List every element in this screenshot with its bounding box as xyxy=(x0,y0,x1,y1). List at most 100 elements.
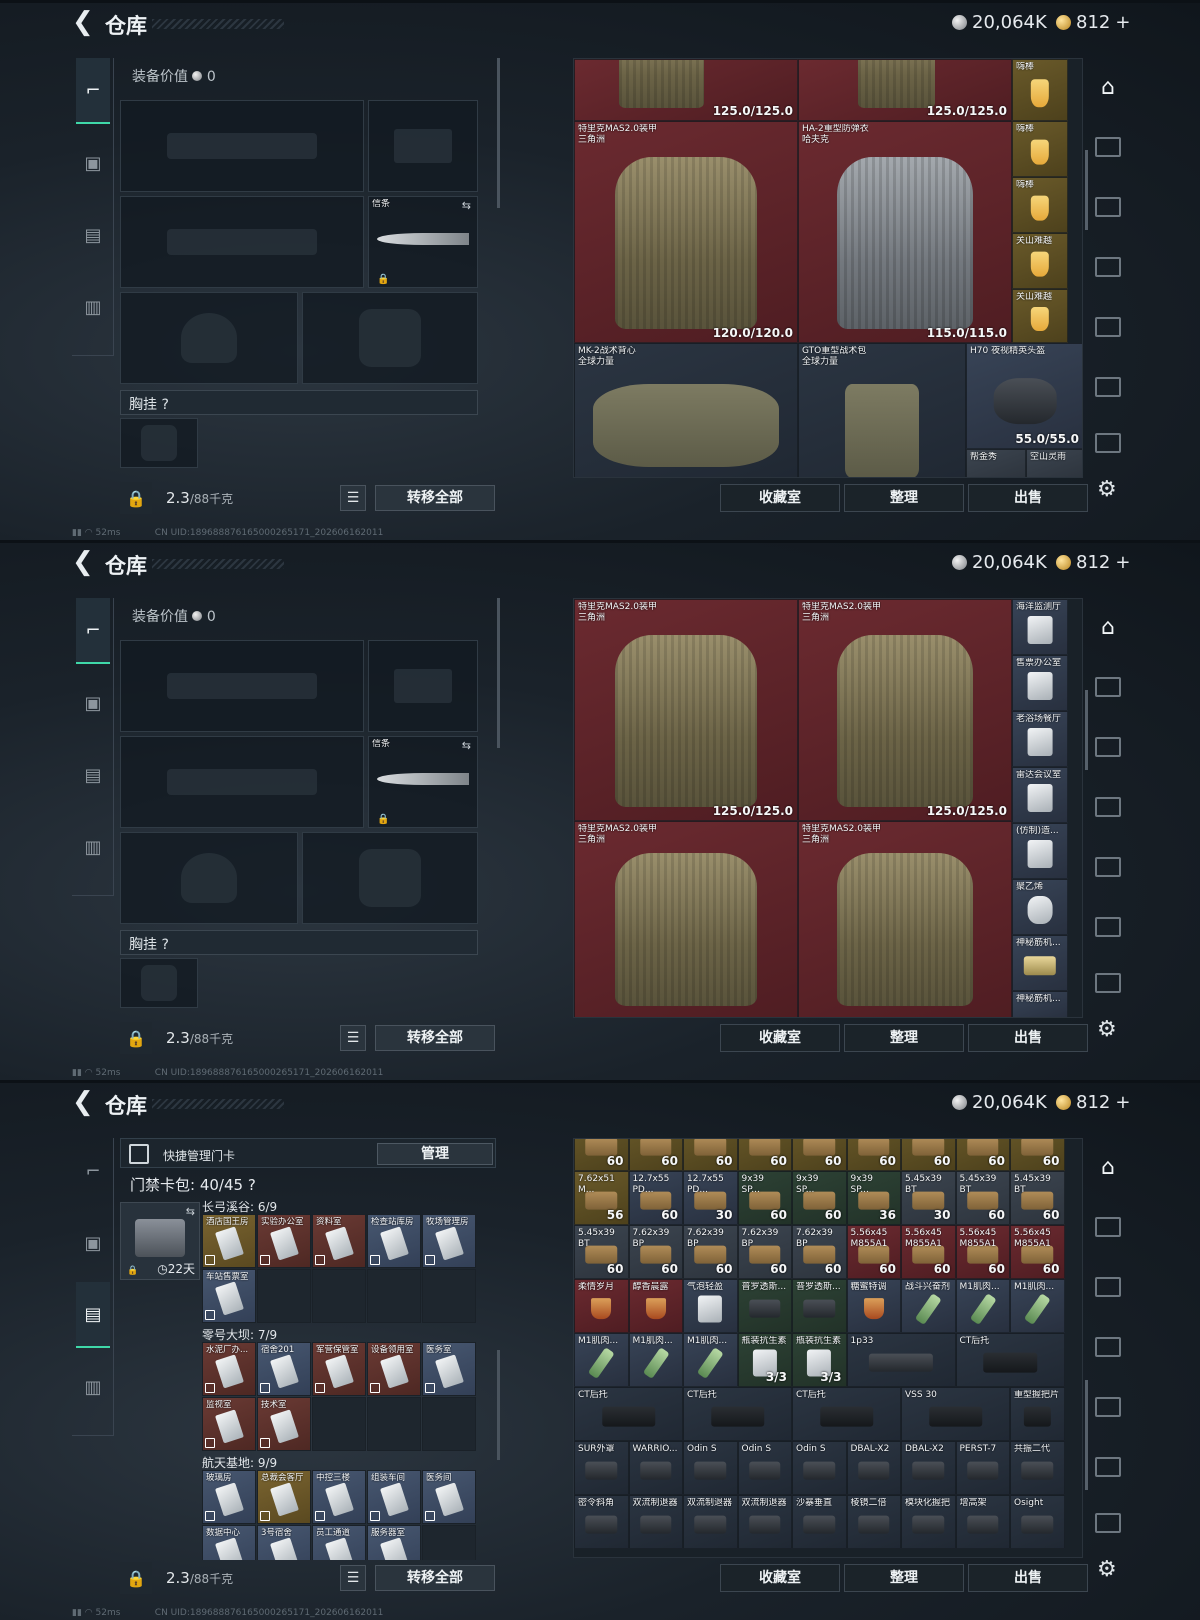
home-icon[interactable]: ⌂ xyxy=(1088,1142,1128,1192)
stash-item[interactable]: 7.62x39 BP 60 xyxy=(737,1225,792,1279)
lock-button[interactable]: 🔒 xyxy=(120,1562,152,1594)
stash-page-1[interactable] xyxy=(1088,1202,1128,1252)
secondary-weapon-slot[interactable] xyxy=(120,196,364,288)
stash-page-6[interactable] xyxy=(1088,1498,1128,1548)
stash-item[interactable]: 瓶装抗生素 3/3 xyxy=(737,1333,792,1387)
lock-button[interactable]: 🔒 xyxy=(120,482,152,514)
stash-item[interactable]: 12.7x55 PD... 30 xyxy=(683,1171,738,1225)
loadout-scrollbar[interactable] xyxy=(497,58,500,208)
stash-item[interactable]: 聚乙烯 xyxy=(1012,879,1068,935)
stash-item[interactable]: 嗨棒 xyxy=(1012,121,1068,177)
stash-page-2[interactable] xyxy=(1088,722,1128,772)
loadout-scrollbar[interactable] xyxy=(497,1350,500,1460)
keycard-slot[interactable]: 监视室 xyxy=(202,1397,256,1451)
back-icon[interactable]: ❮ xyxy=(72,9,96,35)
stash-item[interactable]: 气泡轻盈 xyxy=(683,1279,738,1333)
stash-item[interactable]: Odin S xyxy=(683,1441,738,1495)
sort-button[interactable]: 整理 xyxy=(844,1564,964,1592)
sort-button[interactable]: 整理 xyxy=(844,484,964,512)
swap-icon[interactable]: ⇆ xyxy=(186,1205,195,1218)
help-icon[interactable]: ? xyxy=(161,397,168,413)
list-view-button[interactable]: ☰ xyxy=(340,1565,366,1591)
stash-item[interactable]: 特里克MAS2.0装甲 三角洲 125.0/125.0 xyxy=(798,599,1012,821)
stash-item[interactable]: 双流制退器 xyxy=(683,1495,738,1549)
stash-item[interactable]: MK-2战术背心 全球力量 xyxy=(574,343,798,477)
keycard-slot[interactable]: 牧场管理房 xyxy=(422,1214,476,1268)
sell-button[interactable]: 出售 xyxy=(968,1564,1088,1592)
keycard-slot[interactable]: 资料室 xyxy=(312,1214,366,1268)
nav-weapons-tab[interactable]: ⌐ xyxy=(76,1138,110,1204)
stash-item[interactable]: 1p33 xyxy=(846,1333,956,1387)
stash-item[interactable]: 12.7x55 PD... 60 xyxy=(628,1171,683,1225)
stash-item[interactable]: 模块化握把 xyxy=(901,1495,956,1549)
back-icon[interactable]: ❮ xyxy=(72,1089,96,1115)
stash-item[interactable]: 125.0/125.0 xyxy=(574,59,798,121)
stash-item[interactable]: 9x39 SP... 60 xyxy=(737,1171,792,1225)
stash-item[interactable]: CT后托 xyxy=(792,1387,901,1441)
nav-weapons-tab[interactable]: ⌐ xyxy=(76,598,110,664)
stash-item[interactable]: 5.56x45 M855A1 60 xyxy=(901,1225,956,1279)
stash-item[interactable]: 60 xyxy=(574,1139,629,1171)
loadout-scrollbar[interactable] xyxy=(497,598,500,748)
stash-item[interactable]: M1肌肉... xyxy=(628,1333,683,1387)
collection-button[interactable]: 收藏室 xyxy=(720,484,840,512)
stash-page-3[interactable] xyxy=(1088,242,1128,292)
stash-item[interactable]: 战斗兴奋剂 xyxy=(901,1279,956,1333)
keycard-slot[interactable]: 组装车间 xyxy=(367,1470,421,1524)
lock-button[interactable]: 🔒 xyxy=(120,1022,152,1054)
stash-page-2[interactable] xyxy=(1088,1262,1128,1312)
stash-item[interactable]: M1肌肉... xyxy=(683,1333,738,1387)
primary-weapon-slot[interactable] xyxy=(120,640,364,732)
stash-item[interactable]: CT后托 xyxy=(683,1387,792,1441)
gear-icon[interactable]: ⚙ xyxy=(1097,1557,1117,1582)
stash-item[interactable]: 雷达会议室 xyxy=(1012,767,1068,823)
keycard-slot[interactable]: 实验办公室 xyxy=(257,1214,311,1268)
knife-slot[interactable]: 信条 ⇆ 🔒 xyxy=(368,196,478,288)
stash-item[interactable]: VSS 30 xyxy=(901,1387,1010,1441)
stash-item[interactable]: 双流制退器 xyxy=(628,1495,683,1549)
sell-button[interactable]: 出售 xyxy=(968,1024,1088,1052)
stash-item[interactable]: 双流制退器 xyxy=(737,1495,792,1549)
stash-item[interactable]: DBAL-X2 xyxy=(901,1441,956,1495)
primary-weapon-slot[interactable] xyxy=(120,100,364,192)
stash-item[interactable]: 醇香晨露 xyxy=(628,1279,683,1333)
nav-case-tab[interactable]: ▥ xyxy=(76,814,110,880)
stash-item[interactable]: 密令斜角 xyxy=(574,1495,629,1549)
helmet-slot[interactable] xyxy=(120,832,298,924)
stash-page-3[interactable] xyxy=(1088,782,1128,832)
keycard-slot[interactable]: 总裁会客厅 xyxy=(257,1470,311,1524)
stash-item[interactable]: 嗨棒 xyxy=(1012,59,1068,121)
stash-item[interactable]: M1肌肉... xyxy=(955,1279,1010,1333)
stash-page-4[interactable] xyxy=(1088,1382,1128,1432)
stash-item[interactable]: (仿制)造... xyxy=(1012,823,1068,879)
stash-item[interactable]: 柔情岁月 xyxy=(574,1279,629,1333)
list-view-button[interactable]: ☰ xyxy=(340,1025,366,1051)
stash-item[interactable]: CT后托 xyxy=(574,1387,683,1441)
stash-item[interactable]: 60 xyxy=(737,1139,792,1171)
stash-item[interactable]: Odin S xyxy=(792,1441,847,1495)
keycard-slot[interactable]: 数据中心 xyxy=(202,1525,256,1560)
gear-icon[interactable]: ⚙ xyxy=(1097,477,1117,502)
keycard-bag[interactable]: ⇆ 🔒 ◷22天 xyxy=(120,1202,200,1280)
stash-item[interactable]: 5.56x45 M855A1 60 xyxy=(1010,1225,1065,1279)
stash-item[interactable]: GTO重型战术包 全球力量 xyxy=(798,343,966,477)
stash-item[interactable]: M1肌肉... xyxy=(574,1333,629,1387)
stash-item[interactable]: 7.62x39 BP 60 xyxy=(792,1225,847,1279)
stash-item[interactable]: 60 xyxy=(1010,1139,1065,1171)
pistol-slot[interactable] xyxy=(368,640,478,732)
stash-item[interactable]: M1肌肉... xyxy=(1010,1279,1065,1333)
home-icon[interactable]: ⌂ xyxy=(1088,602,1128,652)
stash-item[interactable]: H70 夜视精英头盔 55.0/55.0 xyxy=(966,343,1082,449)
keycard-slot[interactable]: 技术室 xyxy=(257,1397,311,1451)
stash-page-5[interactable] xyxy=(1088,1442,1128,1492)
stash-item[interactable]: 售票办公室 xyxy=(1012,655,1068,711)
stash-item[interactable]: 60 xyxy=(901,1139,956,1171)
pistol-slot[interactable] xyxy=(368,100,478,192)
nav-keycard-tab[interactable]: ▤ xyxy=(76,1282,110,1348)
stash-item[interactable]: 特里克MAS2.0装甲 三角洲 xyxy=(574,821,798,1017)
stash-item[interactable]: 9x39 SP... 60 xyxy=(792,1171,847,1225)
stash-item[interactable]: 7.62x39 BP 60 xyxy=(628,1225,683,1279)
stash-item[interactable]: CT后托 xyxy=(955,1333,1065,1387)
back-icon[interactable]: ❮ xyxy=(72,549,96,575)
keycard-slot[interactable]: 检查站库房 xyxy=(367,1214,421,1268)
